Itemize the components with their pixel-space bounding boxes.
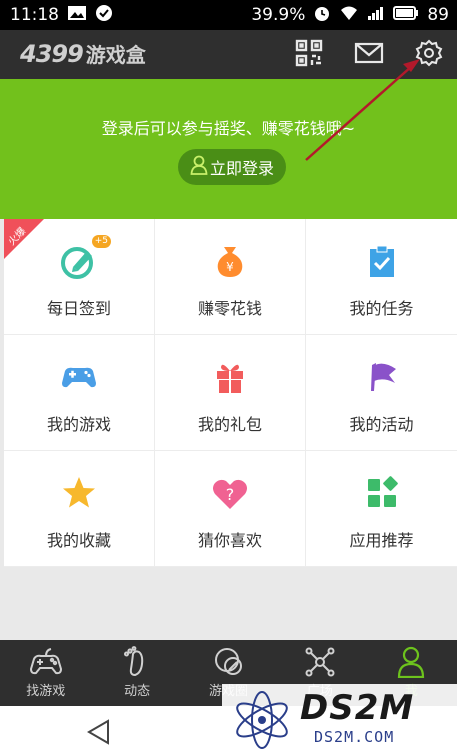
battery-level: 89 [427, 5, 449, 25]
image-icon [67, 5, 87, 26]
gamepad-outline-icon [29, 646, 63, 678]
grid-item-daily-sign[interactable]: 火爆 +5 每日签到 [4, 219, 155, 335]
grid-item-earn-money[interactable]: ¥ 赚零花钱 [155, 219, 306, 335]
signal-icon [367, 5, 385, 26]
circle-slash-icon [212, 646, 246, 678]
money-bag-icon: ¥ [210, 247, 250, 285]
messages-button[interactable] [352, 38, 386, 72]
back-icon[interactable] [84, 718, 114, 746]
wifi-icon [339, 5, 359, 26]
grid-item-guess-you-like[interactable]: ? 猜你喜欢 [155, 451, 306, 567]
grid-item-label: 我的活动 [349, 415, 414, 434]
tab-find-games[interactable]: 找游戏 [0, 640, 91, 706]
user-icon [190, 155, 208, 179]
mail-icon [354, 41, 384, 69]
login-label: 立即登录 [209, 159, 274, 178]
gamepad-icon [59, 367, 99, 401]
sign-bonus-badge: +5 [91, 235, 111, 248]
logo-text: 游戏盒 [85, 43, 146, 67]
feature-grid: 火爆 +5 每日签到 ¥ 赚零花钱 我的任务 我的游戏 我的礼包 我的活动 我的… [4, 219, 457, 567]
battery-icon [393, 5, 419, 26]
watermark: DS2M DS2M.COM [222, 684, 457, 756]
grid-item-label: 我的收藏 [46, 531, 111, 550]
sign-in-pencil-icon [59, 247, 99, 285]
tab-updates[interactable]: 动态 [91, 640, 182, 706]
grid-item-label: 赚零花钱 [197, 299, 262, 318]
banner-message: 登录后可以参与摇奖、赚零花钱哦~ [101, 119, 356, 138]
app-header: 4399 游戏盒 [0, 30, 457, 79]
alarm-icon [313, 4, 331, 27]
qr-scan-button[interactable] [292, 38, 326, 72]
grid-item-label: 每日签到 [46, 299, 111, 318]
grid-item-label: 我的礼包 [197, 415, 262, 434]
logo-number: 4399 [20, 40, 84, 68]
hot-tag: 火爆 [4, 219, 44, 259]
status-bar: 11:18 39.9% 89 [0, 0, 457, 30]
settings-button[interactable] [412, 38, 446, 72]
login-button[interactable]: 立即登录 [178, 149, 286, 185]
network-nodes-icon [303, 646, 337, 678]
grid-item-label: 猜你喜欢 [197, 531, 262, 550]
watermark-url: DS2M.COM [314, 728, 395, 746]
grid-item-label: 我的游戏 [46, 415, 111, 434]
app-blocks-icon [362, 476, 402, 517]
settings-gear-icon [415, 39, 443, 71]
grid-item-my-games[interactable]: 我的游戏 [4, 335, 155, 451]
status-time: 11:18 [10, 5, 59, 25]
tab-label: 动态 [124, 684, 151, 699]
gift-icon [210, 364, 250, 401]
qr-code-icon [295, 39, 323, 71]
login-banner: 登录后可以参与摇奖、赚零花钱哦~ 立即登录 [0, 79, 457, 219]
flag-icon [362, 363, 402, 401]
grid-item-label: 应用推荐 [349, 531, 414, 550]
grid-item-my-tasks[interactable]: 我的任务 [306, 219, 457, 335]
watermark-title: DS2M [300, 688, 415, 728]
grid-item-my-gifts[interactable]: 我的礼包 [155, 335, 306, 451]
battery-percent: 39.9% [251, 5, 306, 25]
grid-item-label: 我的任务 [349, 299, 414, 318]
svg-text:?: ? [226, 485, 235, 504]
app-screen: 11:18 39.9% 89 4399 游戏盒 登录后可以参与摇奖、赚零花钱哦~… [0, 0, 457, 756]
grid-item-my-favorites[interactable]: 我的收藏 [4, 451, 155, 567]
tab-label: 找游戏 [26, 684, 66, 699]
grid-item-app-recommend[interactable]: 应用推荐 [306, 451, 457, 567]
footprint-icon [120, 646, 154, 678]
svg-text:¥: ¥ [226, 260, 234, 274]
grid-item-my-activities[interactable]: 我的活动 [306, 335, 457, 451]
check-icon [95, 4, 113, 27]
heart-question-icon: ? [210, 479, 250, 517]
person-icon [394, 646, 428, 678]
star-icon [59, 477, 99, 517]
atom-logo-icon [236, 691, 288, 749]
task-clipboard-icon [362, 245, 402, 285]
app-logo: 4399 游戏盒 [20, 39, 146, 68]
